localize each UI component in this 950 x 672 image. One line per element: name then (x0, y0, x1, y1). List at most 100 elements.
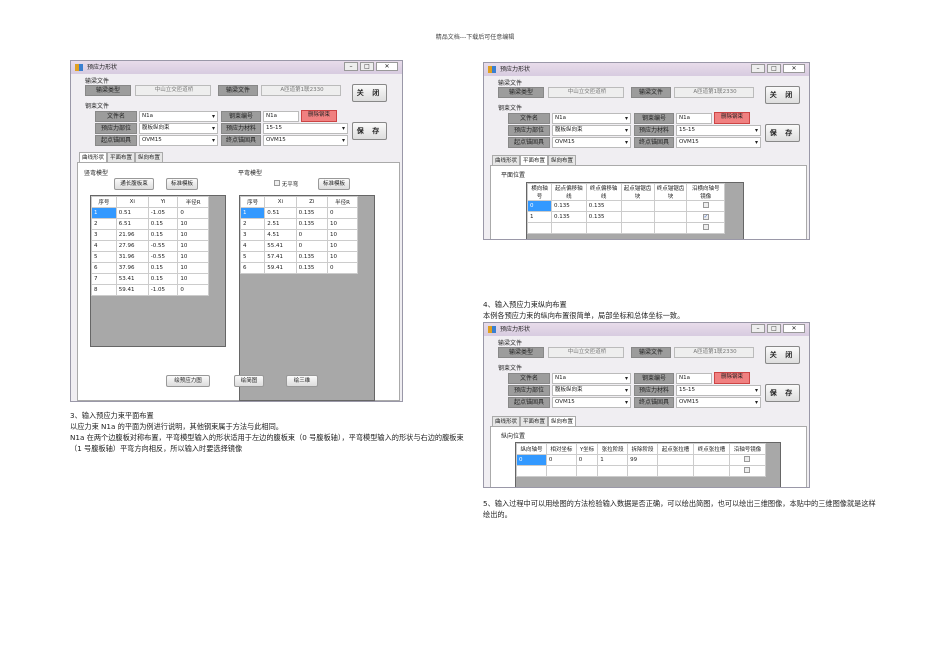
end-anchor-select[interactable]: OVM15 (676, 397, 761, 408)
table-cell[interactable] (545, 465, 577, 477)
table-cell[interactable]: 1 (91, 207, 117, 219)
table-row[interactable]: 6 59.41 0.135 0 (239, 262, 359, 274)
no-bend-checkbox[interactable] (274, 180, 280, 186)
table-row[interactable]: 6 37.96 0.15 10 (91, 262, 209, 274)
column-header[interactable]: 起点锚锯齿块 (620, 183, 655, 201)
table-row[interactable]: 0 0 0 1 99 (516, 454, 767, 466)
table-cell[interactable]: 8 (91, 284, 117, 296)
long-web-button[interactable]: 通长腹板束 (114, 178, 154, 190)
table-cell[interactable]: 0 (295, 240, 328, 252)
table-cell[interactable]: 0.135 (295, 207, 328, 219)
close-window-button[interactable]: ✕ (783, 64, 805, 73)
table-cell[interactable]: 3 (91, 229, 117, 241)
tab-plan-layout[interactable]: 平面布置 (107, 152, 136, 162)
table-cell[interactable]: 6.51 (115, 218, 149, 230)
table-row[interactable]: 4 55.41 0 10 (239, 240, 359, 252)
column-header[interactable]: Y坐标 (575, 443, 599, 455)
file-name-select[interactable]: N1a (139, 111, 218, 122)
table-cell[interactable]: 1 (527, 211, 552, 223)
column-header[interactable]: 相对坐标 (545, 443, 577, 455)
std-template-button-2[interactable]: 标准模板 (318, 178, 350, 190)
table-cell[interactable]: 10 (326, 218, 359, 230)
table-cell[interactable]: 5 (91, 251, 117, 263)
table-row[interactable]: 3 21.96 0.15 10 (91, 229, 209, 241)
material-select[interactable]: 15-15 (676, 125, 761, 136)
position-select[interactable]: 腹板纵向束 (552, 125, 631, 136)
mirror-checkbox[interactable] (702, 202, 709, 208)
table-cell[interactable] (620, 200, 655, 212)
column-header[interactable]: 起点偏移轴线 (550, 183, 587, 201)
tab-long-layout[interactable]: 纵向布置 (548, 416, 577, 426)
table-cell[interactable]: 2 (239, 218, 266, 230)
table-cell[interactable]: 53.41 (115, 273, 149, 285)
table-cell[interactable]: 10 (177, 273, 209, 285)
table-cell[interactable] (575, 465, 599, 477)
table-row[interactable]: 5 57.41 0.135 10 (239, 251, 359, 263)
draw-stress-button[interactable]: 绘预应力图 (166, 375, 210, 387)
file-name-select[interactable]: N1a (552, 373, 631, 384)
column-header[interactable]: Yi (147, 196, 179, 208)
tab-long-layout[interactable]: 纵向布置 (135, 152, 164, 162)
close-button[interactable]: 关 闭 (352, 84, 387, 102)
table-cell[interactable]: 6 (239, 262, 266, 274)
table-row[interactable]: 2 6.51 0.15 10 (91, 218, 209, 230)
table-cell[interactable]: 0 (177, 207, 209, 219)
tab-plan-layout[interactable]: 平面布置 (520, 416, 549, 426)
table-cell[interactable] (550, 222, 587, 234)
table-row[interactable]: 0 0.135 0.135 (527, 200, 725, 212)
table-cell[interactable]: 10 (326, 240, 359, 252)
table-cell[interactable]: 2.51 (264, 218, 297, 230)
table-cell[interactable]: 10 (326, 229, 359, 241)
table-cell[interactable]: 0 (516, 454, 547, 466)
table-cell[interactable] (653, 200, 688, 212)
material-select[interactable]: 15-15 (263, 123, 348, 134)
table-cell[interactable]: 0.51 (115, 207, 149, 219)
column-header[interactable]: 终点张拉槽 (692, 443, 730, 455)
table-cell[interactable] (653, 211, 688, 223)
table-cell[interactable]: 7 (91, 273, 117, 285)
table-cell[interactable]: 4.51 (264, 229, 297, 241)
table-cell[interactable]: 2 (91, 218, 117, 230)
table-cell[interactable]: 5 (239, 251, 266, 263)
column-header[interactable]: 横向轴号 (527, 183, 552, 201)
table-cell[interactable]: 99 (627, 454, 658, 466)
tab-long-layout[interactable]: 纵向布置 (548, 155, 577, 165)
table-cell[interactable]: 21.96 (115, 229, 149, 241)
table-cell[interactable]: 0.135 (585, 211, 622, 223)
delete-tendon-button[interactable]: 删除钢束 (301, 110, 337, 122)
table-cell[interactable]: 0 (326, 207, 359, 219)
table-cell[interactable] (692, 465, 730, 477)
table-row[interactable] (527, 222, 725, 234)
table-cell[interactable]: 10 (177, 229, 209, 241)
table-cell[interactable] (620, 211, 655, 223)
maximize-button[interactable]: □ (767, 64, 781, 73)
close-window-button[interactable]: ✕ (376, 62, 398, 71)
std-template-button-1[interactable]: 标准模板 (166, 178, 198, 190)
table-cell[interactable]: -1.05 (147, 284, 179, 296)
close-button[interactable]: 关 闭 (765, 346, 800, 364)
table-row[interactable]: 5 31.96 -0.55 10 (91, 251, 209, 263)
table-cell[interactable]: 55.41 (264, 240, 297, 252)
tab-plan-layout[interactable]: 平面布置 (520, 155, 549, 165)
table-cell[interactable]: 0.135 (295, 251, 328, 263)
column-header[interactable]: 终点偏移轴线 (585, 183, 622, 201)
bridge-file-field[interactable]: A匝道第1联2330 (261, 85, 341, 96)
table-cell[interactable]: 0.135 (295, 218, 328, 230)
table-cell[interactable]: 0 (575, 454, 599, 466)
column-header[interactable]: Xi (264, 196, 297, 208)
column-header[interactable]: 终点锚锯齿块 (653, 183, 688, 201)
table-cell[interactable] (627, 465, 658, 477)
column-header[interactable]: 起点张拉槽 (657, 443, 694, 455)
table-row[interactable]: 4 27.96 -0.55 10 (91, 240, 209, 252)
table-cell[interactable]: -1.05 (147, 207, 179, 219)
table-cell[interactable] (620, 222, 655, 234)
table-row[interactable]: 1 0.51 -1.05 0 (91, 207, 209, 219)
table-cell[interactable]: 10 (177, 251, 209, 263)
table-cell[interactable] (585, 222, 622, 234)
bridge-type-field[interactable]: 中山立交匝道桥 (135, 85, 211, 96)
close-window-button[interactable]: ✕ (783, 324, 805, 333)
column-header[interactable]: Xi (115, 196, 149, 208)
end-anchor-select[interactable]: OVM15 (676, 137, 761, 148)
start-anchor-select[interactable]: OVM15 (552, 397, 631, 408)
column-header[interactable]: 序号 (91, 196, 117, 208)
